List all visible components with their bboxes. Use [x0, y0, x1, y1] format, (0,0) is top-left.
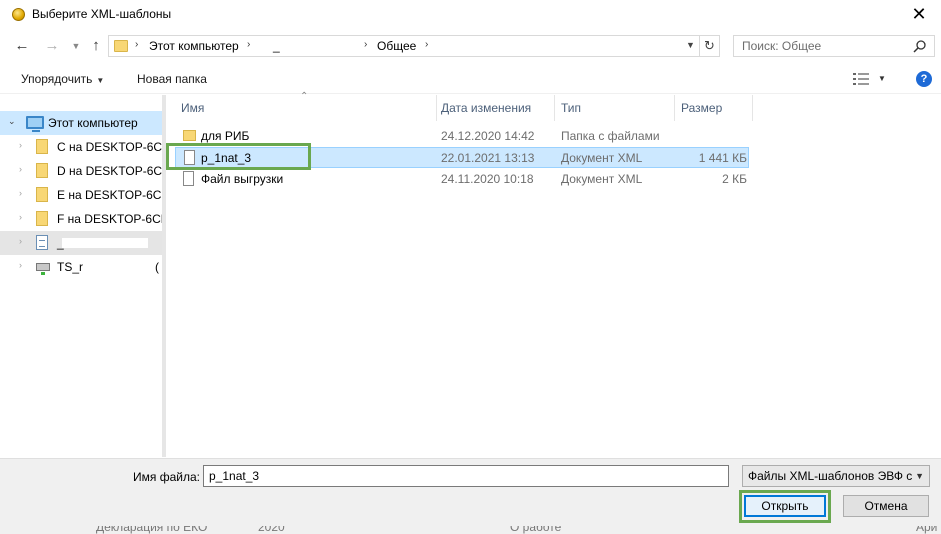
tree-item-label: E на DESKTOP-6CPK	[57, 188, 162, 202]
file-type: Документ XML	[561, 151, 643, 165]
column-header-label: Размер	[681, 101, 723, 115]
window-title: Выберите XML-шаблоны	[32, 7, 172, 21]
column-header-label: Дата изменения	[441, 101, 532, 115]
breadcrumb-current[interactable]: Общее	[377, 39, 416, 53]
folder-icon	[36, 211, 48, 226]
refresh-icon[interactable]: ↻	[700, 35, 720, 57]
folder-icon	[36, 187, 48, 202]
tree-item-label: D на DESKTOP-6CP	[57, 164, 162, 178]
address-bar[interactable]: › Этот компьютер › _ › Общее › ▼	[108, 35, 700, 57]
column-header-label: Тип	[561, 101, 582, 115]
chevron-down-icon: ▼	[915, 471, 924, 481]
column-header-size[interactable]: Размер	[675, 95, 753, 121]
background-text: 2020	[258, 526, 285, 534]
background-text: Декларация по ЕКО	[96, 526, 208, 534]
xml-file-icon	[183, 171, 194, 186]
file-date: 24.11.2020 10:18	[441, 172, 534, 186]
network-drive-icon	[36, 263, 50, 275]
file-row[interactable]: Файл выгрузки 24.11.2020 10:18 Документ …	[175, 169, 749, 190]
chevron-right-icon[interactable]: ›	[19, 212, 22, 222]
background-text: Ари	[916, 526, 938, 534]
file-type: Папка с файлами	[561, 129, 660, 143]
chevron-right-icon[interactable]: ›	[364, 39, 367, 50]
file-date: 22.01.2021 13:13	[441, 151, 535, 165]
view-options-icon[interactable]	[853, 73, 869, 85]
file-type-filter[interactable]: Файлы XML-шаблонов ЭВФ с ▼	[742, 465, 930, 487]
folder-icon	[36, 163, 48, 178]
app-icon	[12, 8, 25, 21]
tree-item-label: Этот компьютер	[48, 116, 138, 130]
chevron-down-icon[interactable]: ⌄	[8, 116, 16, 127]
organize-button[interactable]: Упорядочить ▼	[21, 72, 104, 86]
address-dropdown-icon[interactable]: ▼	[686, 40, 695, 50]
search-input[interactable]: Поиск: Общее	[733, 35, 935, 57]
file-type-filter-value: Файлы XML-шаблонов ЭВФ с	[748, 469, 913, 483]
chevron-right-icon[interactable]: ›	[425, 39, 428, 50]
tree-item-label-suffix: (	[155, 260, 159, 274]
cancel-button[interactable]: Отмена	[843, 495, 929, 517]
close-icon[interactable]: ✕	[909, 3, 929, 25]
computer-icon	[26, 116, 44, 132]
background-text: О работе	[510, 526, 562, 534]
chevron-right-icon[interactable]: ›	[19, 236, 22, 246]
new-folder-button[interactable]: Новая папка	[137, 72, 207, 86]
tree-item-label: C на DESKTOP-6CP	[57, 140, 162, 154]
chevron-right-icon[interactable]: ›	[19, 140, 22, 150]
address-row: ← → ▼ ↑ › Этот компьютер › _ › Общее › ▼…	[0, 30, 941, 62]
help-icon[interactable]: ?	[916, 71, 932, 87]
column-header-type[interactable]: Тип	[555, 95, 675, 121]
tree-item-label: F на DESKTOP-6CPK	[57, 212, 162, 226]
chevron-right-icon[interactable]: ›	[135, 39, 138, 50]
navigation-pane: ⌄ Этот компьютер › C на DESKTOP-6CP › D …	[0, 95, 162, 457]
back-arrow-icon[interactable]: ←	[12, 36, 32, 56]
forward-arrow-icon[interactable]: →	[42, 36, 62, 56]
chevron-right-icon[interactable]: ›	[19, 188, 22, 198]
recent-locations-chevron-icon[interactable]: ▼	[66, 36, 86, 56]
file-size: 1 441 КБ	[698, 151, 747, 165]
file-name: Файл выгрузки	[201, 172, 284, 186]
chevron-right-icon[interactable]: ›	[247, 39, 250, 50]
folder-icon	[36, 139, 48, 154]
tree-item-drive-d[interactable]: › D на DESKTOP-6CP	[0, 159, 162, 183]
view-dropdown-icon[interactable]: ▼	[878, 74, 886, 83]
tree-item-drive-c[interactable]: › C на DESKTOP-6CP	[0, 135, 162, 159]
folder-icon	[114, 40, 128, 52]
folder-icon	[183, 130, 196, 141]
search-icon[interactable]	[913, 39, 927, 53]
tree-item-drive-e[interactable]: › E на DESKTOP-6CPK	[0, 183, 162, 207]
redacted-label	[62, 238, 148, 248]
tree-item-drive-f[interactable]: › F на DESKTOP-6CPK	[0, 207, 162, 231]
command-bar: Упорядочить ▼ Новая папка ▼ ?	[0, 64, 941, 94]
tree-item-this-pc[interactable]: ⌄ Этот компьютер	[0, 111, 162, 135]
filename-label: Имя файла:	[133, 470, 200, 484]
filename-input[interactable]	[203, 465, 729, 487]
chevron-right-icon[interactable]: ›	[19, 164, 22, 174]
highlight-annotation	[166, 143, 311, 170]
chevron-right-icon[interactable]: ›	[19, 260, 22, 270]
tree-item-network-drive[interactable]: › TS_r (	[0, 255, 162, 279]
open-button[interactable]: Открыть	[744, 495, 826, 517]
organize-label: Упорядочить	[21, 72, 93, 86]
tree-item-label: TS_r	[57, 260, 84, 274]
column-header-date[interactable]: Дата изменения	[435, 95, 555, 121]
up-arrow-icon[interactable]: ↑	[86, 36, 106, 56]
tree-item-document[interactable]: › _	[0, 231, 162, 255]
chevron-down-icon: ▼	[96, 76, 105, 85]
column-header-label: Имя	[181, 101, 205, 115]
document-icon	[36, 235, 48, 250]
file-type: Документ XML	[561, 172, 643, 186]
dialog-footer: Имя файла: Файлы XML-шаблонов ЭВФ с ▼ От…	[0, 458, 941, 534]
file-size: 2 КБ	[722, 172, 747, 186]
file-date: 24.12.2020 14:42	[441, 129, 535, 143]
breadcrumb-this-pc[interactable]: Этот компьютер	[149, 39, 239, 53]
background-window-strip: Декларация по ЕКО 2020 О работе Ари	[0, 526, 941, 534]
column-header-name[interactable]: Имя	[175, 95, 437, 121]
title-bar: Выберите XML-шаблоны ✕	[0, 0, 941, 30]
search-placeholder: Поиск: Общее	[742, 39, 822, 53]
file-name: для РИБ	[201, 129, 250, 143]
breadcrumb-user[interactable]: _	[273, 39, 280, 53]
